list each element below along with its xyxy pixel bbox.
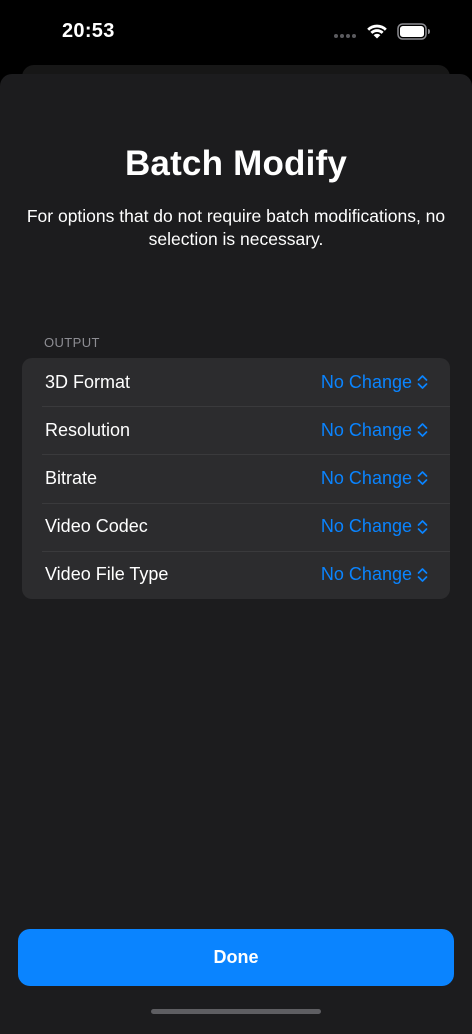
chevron-up-down-icon (417, 471, 428, 486)
home-indicator[interactable] (151, 1009, 321, 1014)
chevron-up-down-icon (417, 567, 428, 582)
option-value: No Change (320, 516, 412, 537)
option-row-video-codec[interactable]: Video Codec No Change (22, 502, 450, 551)
status-time: 20:53 (62, 20, 115, 42)
option-row-video-file-type[interactable]: Video File Type No Change (22, 550, 450, 599)
output-options-group: 3D Format No Change Resolution No Change… (22, 358, 450, 599)
option-picker-video-file-type[interactable]: No Change (321, 564, 428, 585)
chevron-up-down-icon (417, 375, 428, 389)
chevron-up-down-icon (417, 519, 428, 534)
cellular-dots-icon (334, 34, 360, 39)
option-label: Resolution (45, 419, 131, 440)
option-value: No Change (320, 371, 412, 392)
option-row-resolution[interactable]: Resolution No Change (22, 406, 450, 454)
done-button[interactable]: Done (18, 929, 454, 986)
option-label: Video File Type (45, 564, 169, 585)
option-value: No Change (320, 467, 412, 488)
page-subtitle: For options that do not require batch mo… (26, 206, 446, 249)
option-row-3d-format[interactable]: 3D Format No Change (22, 358, 450, 406)
status-bar: 20:53 (0, 0, 472, 64)
option-picker-resolution[interactable]: No Change (321, 420, 428, 441)
option-picker-bitrate[interactable]: No Change (321, 468, 428, 489)
option-row-bitrate[interactable]: Bitrate No Change (22, 454, 450, 502)
option-picker-3d-format[interactable]: No Change (321, 372, 428, 393)
option-label: Video Codec (45, 516, 148, 537)
wifi-icon (367, 24, 387, 39)
section-header-output: OUTPUT (44, 335, 100, 350)
option-picker-video-codec[interactable]: No Change (321, 516, 428, 537)
option-label: Bitrate (45, 467, 98, 488)
battery-icon (397, 23, 430, 40)
option-label: 3D Format (45, 371, 131, 392)
option-value: No Change (320, 564, 412, 585)
option-value: No Change (320, 419, 412, 440)
chevron-up-down-icon (417, 423, 428, 438)
page-title: Batch Modify (124, 144, 348, 183)
